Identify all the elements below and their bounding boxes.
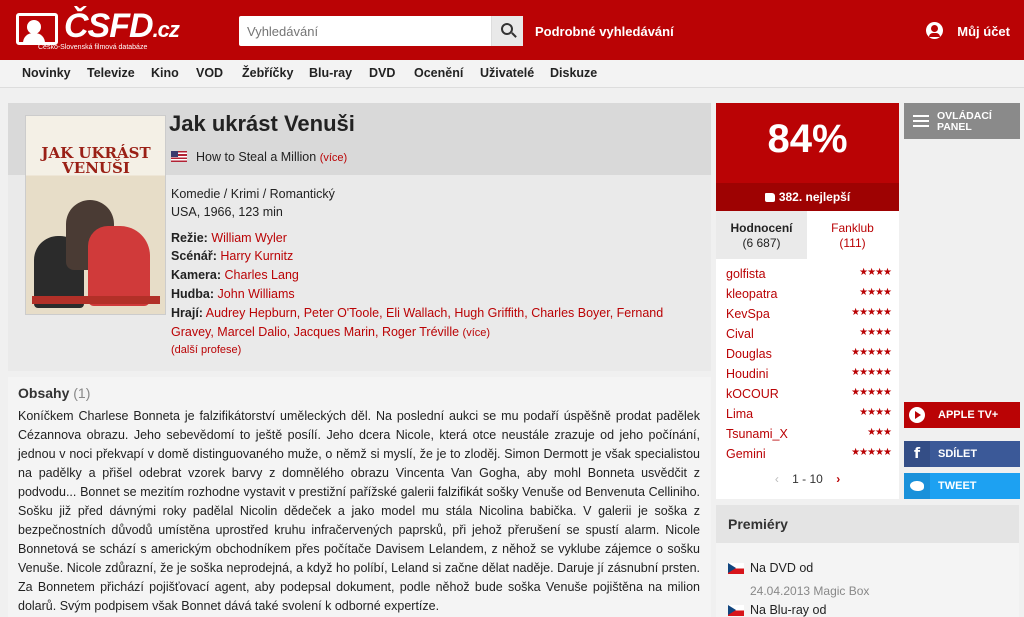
list-item[interactable]: Cival ★★★★ [726,327,892,347]
list-item[interactable]: kOCOUR ★★★★★ [726,387,892,407]
user-icon [926,22,944,39]
crew-camera: Kamera: Charles Lang [171,268,299,282]
pager-prev-button[interactable]: ‹ [775,472,779,486]
pager-range: 1 - 10 [792,472,823,486]
twitter-icon [904,473,930,499]
control-panel-button[interactable]: OVLÁDACÍ PANEL [904,103,1020,139]
original-title: How to Steal a Million (více) [196,150,348,164]
search-input[interactable] [239,16,489,46]
ratings-pager: ‹ 1 - 10 › [716,472,899,486]
film-logo-icon [16,13,58,45]
apple-tv-button[interactable]: APPLE TV+ [904,402,1020,428]
list-item[interactable]: Lima ★★★★ [726,407,892,427]
pager-next-button[interactable]: › [836,472,840,486]
tweet-button[interactable]: TWEET [904,473,1020,499]
star-rating: ★★★★★ [851,307,892,318]
cz-flag-icon [728,563,744,574]
cz-flag-icon [728,605,744,616]
premieres-panel: Premiéry Na DVD od 24.04.2013 Magic Box … [716,505,1019,617]
premiere-dvd: Na DVD od [728,561,813,575]
nav-item-televize[interactable]: Televize [87,66,135,80]
star-rating: ★★★★★ [851,367,892,378]
list-item[interactable]: Tsunami_X ★★★ [726,427,892,447]
premieres-heading: Premiéry [716,505,1019,543]
star-rating: ★★★★ [859,407,892,418]
account-link[interactable]: Můj účet [926,22,1010,39]
plot-heading: Obsahy (1) [18,385,91,401]
star-rating: ★★★★ [859,287,892,298]
account-label: Můj účet [957,24,1010,39]
csfd-logo[interactable]: ČSFD.cz Česko-Slovenská filmová databáze [16,7,181,51]
rating-box: 84% 382. nejlepší [716,103,899,211]
nav-item-zebricky[interactable]: Žebříčky [242,66,293,80]
crew-director: Režie: William Wyler [171,231,287,245]
nav-item-novinky[interactable]: Novinky [22,66,71,80]
film-title: Jak ukrást Venuši [169,111,355,136]
facebook-icon: f [904,441,930,467]
us-flag-icon [171,151,187,162]
star-rating: ★★★ [867,427,892,438]
logo-text: ČSFD [64,7,154,45]
nav-item-oceneni[interactable]: Ocenění [414,66,463,80]
camera-link[interactable]: Charles Lang [225,268,299,282]
plot-text: Koníčkem Charlese Bonneta je falzifikáto… [18,409,700,613]
premiere-dvd-date: 24.04.2013 Magic Box [750,584,870,598]
main-nav: Novinky Televize Kino VOD Žebříčky Blu-r… [0,60,1024,88]
crew-writer: Scénář: Harry Kurnitz [171,249,294,263]
rank-link[interactable]: 382. nejlepší [716,183,899,211]
cast-list: Hrají: Audrey Hepburn, Peter O'Toole, El… [171,304,686,343]
rating-tabs: Hodnocení (6 687) Fanklub (111) [716,211,899,259]
more-titles-link[interactable]: (více) [320,152,348,164]
nav-item-kino[interactable]: Kino [151,66,179,80]
crew-music: Hudba: John Williams [171,287,295,301]
user-ratings-list: golfista ★★★★ kleopatra ★★★★ KevSpa ★★★★★ C… [716,259,899,499]
star-rating: ★★★★ [859,267,892,278]
plot-panel: Obsahy (1) Koníčkem Charlese Bonneta je … [8,377,711,617]
list-item[interactable]: Houdini ★★★★★ [726,367,892,387]
other-professions-link[interactable]: (další profese) [171,344,241,356]
film-genres: Komedie / Krimi / Romantický [171,187,335,201]
nav-item-dvd[interactable]: DVD [369,66,395,80]
poster-title: JAK UKRÁST VENUŠI [41,144,151,177]
star-rating: ★★★★★ [851,447,892,458]
cast-label: Hrají: [171,306,203,320]
thumbs-up-icon [764,193,775,202]
film-origin: USA, 1966, 123 min [171,205,283,219]
nav-item-vod[interactable]: VOD [196,66,223,80]
film-poster[interactable]: JAK UKRÁST VENUŠI [25,115,166,315]
logo-domain: .cz [152,17,180,42]
search-button[interactable] [491,16,523,46]
plot-count: (1) [73,385,91,401]
logo-subtitle: Česko-Slovenská filmová databáze [38,44,148,51]
actors-links[interactable]: Audrey Hepburn, Peter O'Toole, Eli Walla… [171,306,663,339]
star-rating: ★★★★★ [851,387,892,398]
nav-item-bluray[interactable]: Blu-ray [309,66,352,80]
tab-fanclub[interactable]: Fanklub (111) [807,211,898,259]
music-link[interactable]: John Williams [218,287,295,301]
nav-item-uzivatele[interactable]: Uživatelé [480,66,534,80]
director-link[interactable]: William Wyler [211,231,287,245]
search-box [239,16,523,46]
star-rating: ★★★★ [859,327,892,338]
premiere-bluray: Na Blu-ray od [728,603,826,617]
more-actors-link[interactable]: (více) [463,327,491,339]
play-icon [909,407,925,423]
writer-link[interactable]: Harry Kurnitz [220,249,293,263]
share-button[interactable]: f SDÍLET [904,441,1020,467]
nav-item-diskuze[interactable]: Diskuze [550,66,597,80]
advanced-search-link[interactable]: Podrobné vyhledávání [535,24,674,39]
list-item[interactable]: Gemini ★★★★★ [726,447,892,467]
rating-percent: 84% [767,117,848,161]
list-item[interactable]: KevSpa ★★★★★ [726,307,892,327]
list-item[interactable]: kleopatra ★★★★ [726,287,892,307]
menu-icon [913,115,929,117]
list-item[interactable]: golfista ★★★★ [726,267,892,287]
top-bar: ČSFD.cz Česko-Slovenská filmová databáze… [0,0,1024,60]
star-rating: ★★★★★ [851,347,892,358]
tab-ratings[interactable]: Hodnocení (6 687) [716,211,807,259]
list-item[interactable]: Douglas ★★★★★ [726,347,892,367]
